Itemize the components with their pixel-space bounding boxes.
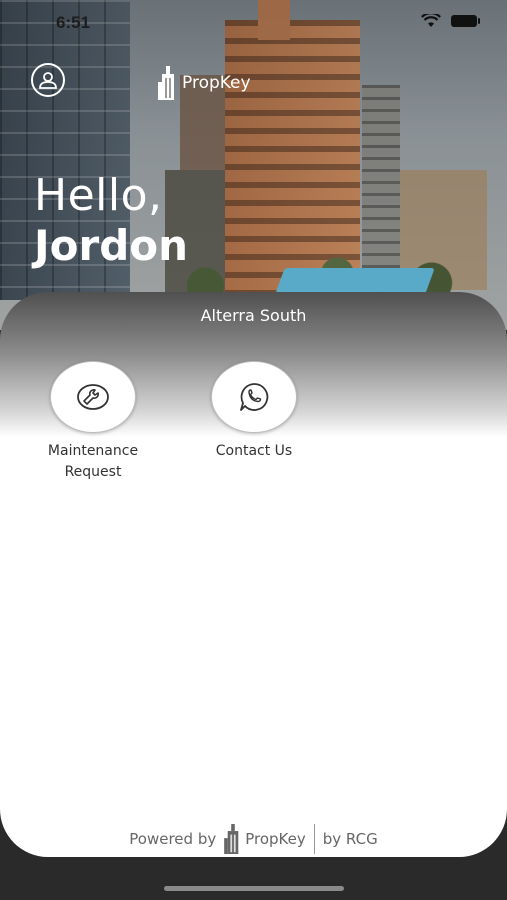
footer: Powered by PropKey by RCG [0, 824, 507, 854]
app-screen: 6:51 PropKey Hello, Jordon Alterra South [0, 0, 507, 900]
user-name: Jordon [34, 221, 189, 270]
greeting-text: Hello, [34, 170, 163, 221]
home-indicator[interactable] [164, 886, 344, 891]
footer-divider [313, 824, 315, 854]
contact-icon-circle[interactable] [211, 361, 297, 433]
wifi-icon [421, 14, 441, 27]
brand-logo: PropKey [158, 66, 251, 100]
powered-by-text: Powered by [129, 830, 217, 848]
maintenance-icon-circle[interactable] [50, 361, 136, 433]
wrench-icon [77, 384, 109, 410]
battery-icon [451, 15, 480, 27]
by-rcg-text: by RCG [322, 830, 378, 848]
status-icons [421, 14, 480, 28]
brand-name: PropKey [182, 73, 251, 93]
propkey-building-icon [224, 824, 239, 854]
property-name: Alterra South [200, 306, 307, 325]
contact-us-button[interactable]: Contact Us [189, 361, 319, 462]
maintenance-request-button[interactable]: Maintenance Request [28, 361, 158, 483]
profile-button[interactable] [31, 63, 65, 97]
user-icon [39, 72, 57, 89]
footer-brand: PropKey [224, 824, 306, 854]
content-sheet: Alterra South Maintenance Request Contac… [0, 292, 507, 857]
status-time: 6:51 [56, 13, 91, 32]
hero-background-image [0, 0, 507, 330]
contact-us-label: Contact Us [215, 443, 293, 459]
propkey-building-icon [158, 66, 174, 100]
whatsapp-phone-icon [240, 383, 269, 411]
maintenance-label: Maintenance Request [47, 443, 139, 480]
footer-brand-name: PropKey [245, 830, 306, 848]
